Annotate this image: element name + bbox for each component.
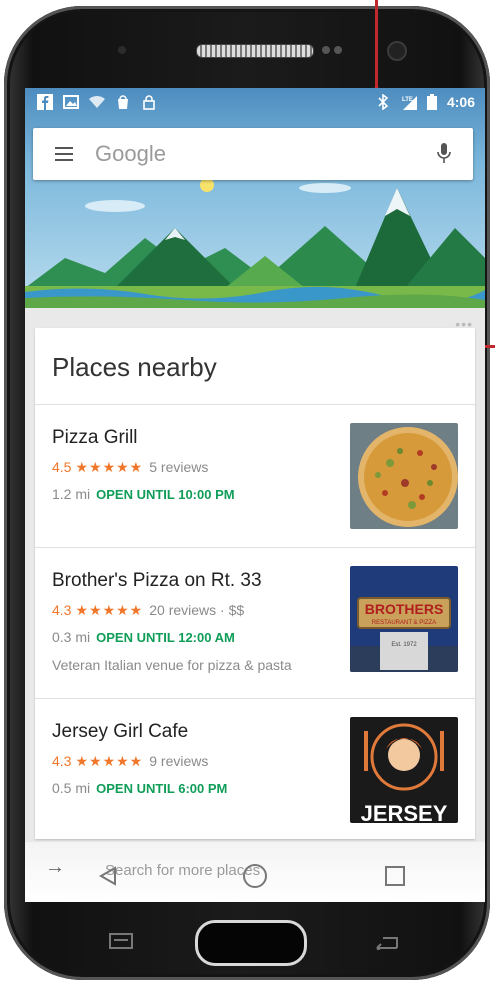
- star-rating-icon: ★★★★★: [75, 753, 144, 769]
- callout-line-top: [375, 0, 378, 92]
- star-rating-icon: ★★★★★: [75, 459, 144, 475]
- speaker-dot: [334, 46, 342, 54]
- facebook-icon: [37, 94, 53, 110]
- search-input[interactable]: Google: [95, 141, 166, 167]
- lock-icon: [143, 95, 155, 110]
- svg-text:RESTAURANT & PIZZA: RESTAURANT & PIZZA: [372, 620, 436, 626]
- android-nav-bar: [25, 854, 485, 902]
- place-item[interactable]: Jersey Girl Cafe 4.3 ★★★★★ 9 reviews 0.5 m…: [35, 699, 475, 839]
- image-icon: [63, 95, 79, 109]
- star-rating-icon: ★★★★★: [75, 602, 144, 618]
- mic-icon[interactable]: [437, 142, 451, 166]
- menu-icon[interactable]: [55, 147, 73, 161]
- battery-icon: [426, 94, 437, 110]
- card-title: Places nearby: [35, 328, 475, 405]
- back-icon[interactable]: [99, 866, 117, 886]
- recent-apps-icon[interactable]: [385, 866, 405, 886]
- place-item[interactable]: Pizza Grill 4.5 ★★★★★ 5 reviews 1.2 mi OPEN…: [35, 405, 475, 548]
- hardware-back-icon[interactable]: [373, 934, 399, 950]
- places-nearby-card: Places nearby Pizza Grill 4.5 ★★★★★ 5 revi…: [35, 328, 475, 839]
- speaker-dot: [322, 46, 330, 54]
- pizza-grill-thumbnail[interactable]: [350, 423, 458, 529]
- hardware-home-button[interactable]: [195, 920, 307, 966]
- svg-text:LTE: LTE: [402, 97, 413, 103]
- earpiece-speaker: [196, 44, 314, 58]
- lte-signal-icon: LTE: [402, 96, 417, 110]
- screen: LTE 4:06 Google ••• Places nearby Pizza …: [25, 88, 485, 902]
- svg-text:Est. 1972: Est. 1972: [391, 642, 417, 648]
- bluetooth-icon: [378, 94, 389, 110]
- hardware-menu-icon[interactable]: [109, 933, 133, 949]
- place-item[interactable]: Brother's Pizza on Rt. 33 4.3 ★★★★★ 20 rev…: [35, 548, 475, 699]
- status-bar: LTE 4:06: [25, 88, 485, 118]
- shopping-bag-icon: [118, 95, 128, 109]
- proximity-sensor: [118, 46, 126, 54]
- home-icon[interactable]: [243, 864, 267, 888]
- svg-text:BROTHERS: BROTHERS: [365, 601, 444, 617]
- jersey-girl-thumbnail[interactable]: JERSEY: [350, 717, 458, 823]
- status-time: 4:06: [446, 94, 475, 110]
- brothers-pizza-thumbnail[interactable]: BROTHERS RESTAURANT & PIZZA Est. 1972: [350, 566, 458, 672]
- google-search-bar[interactable]: Google: [33, 128, 473, 180]
- hero-landscape: [25, 88, 485, 308]
- wifi-icon: [89, 95, 105, 108]
- svg-text:JERSEY: JERSEY: [361, 801, 448, 823]
- front-camera: [387, 41, 407, 61]
